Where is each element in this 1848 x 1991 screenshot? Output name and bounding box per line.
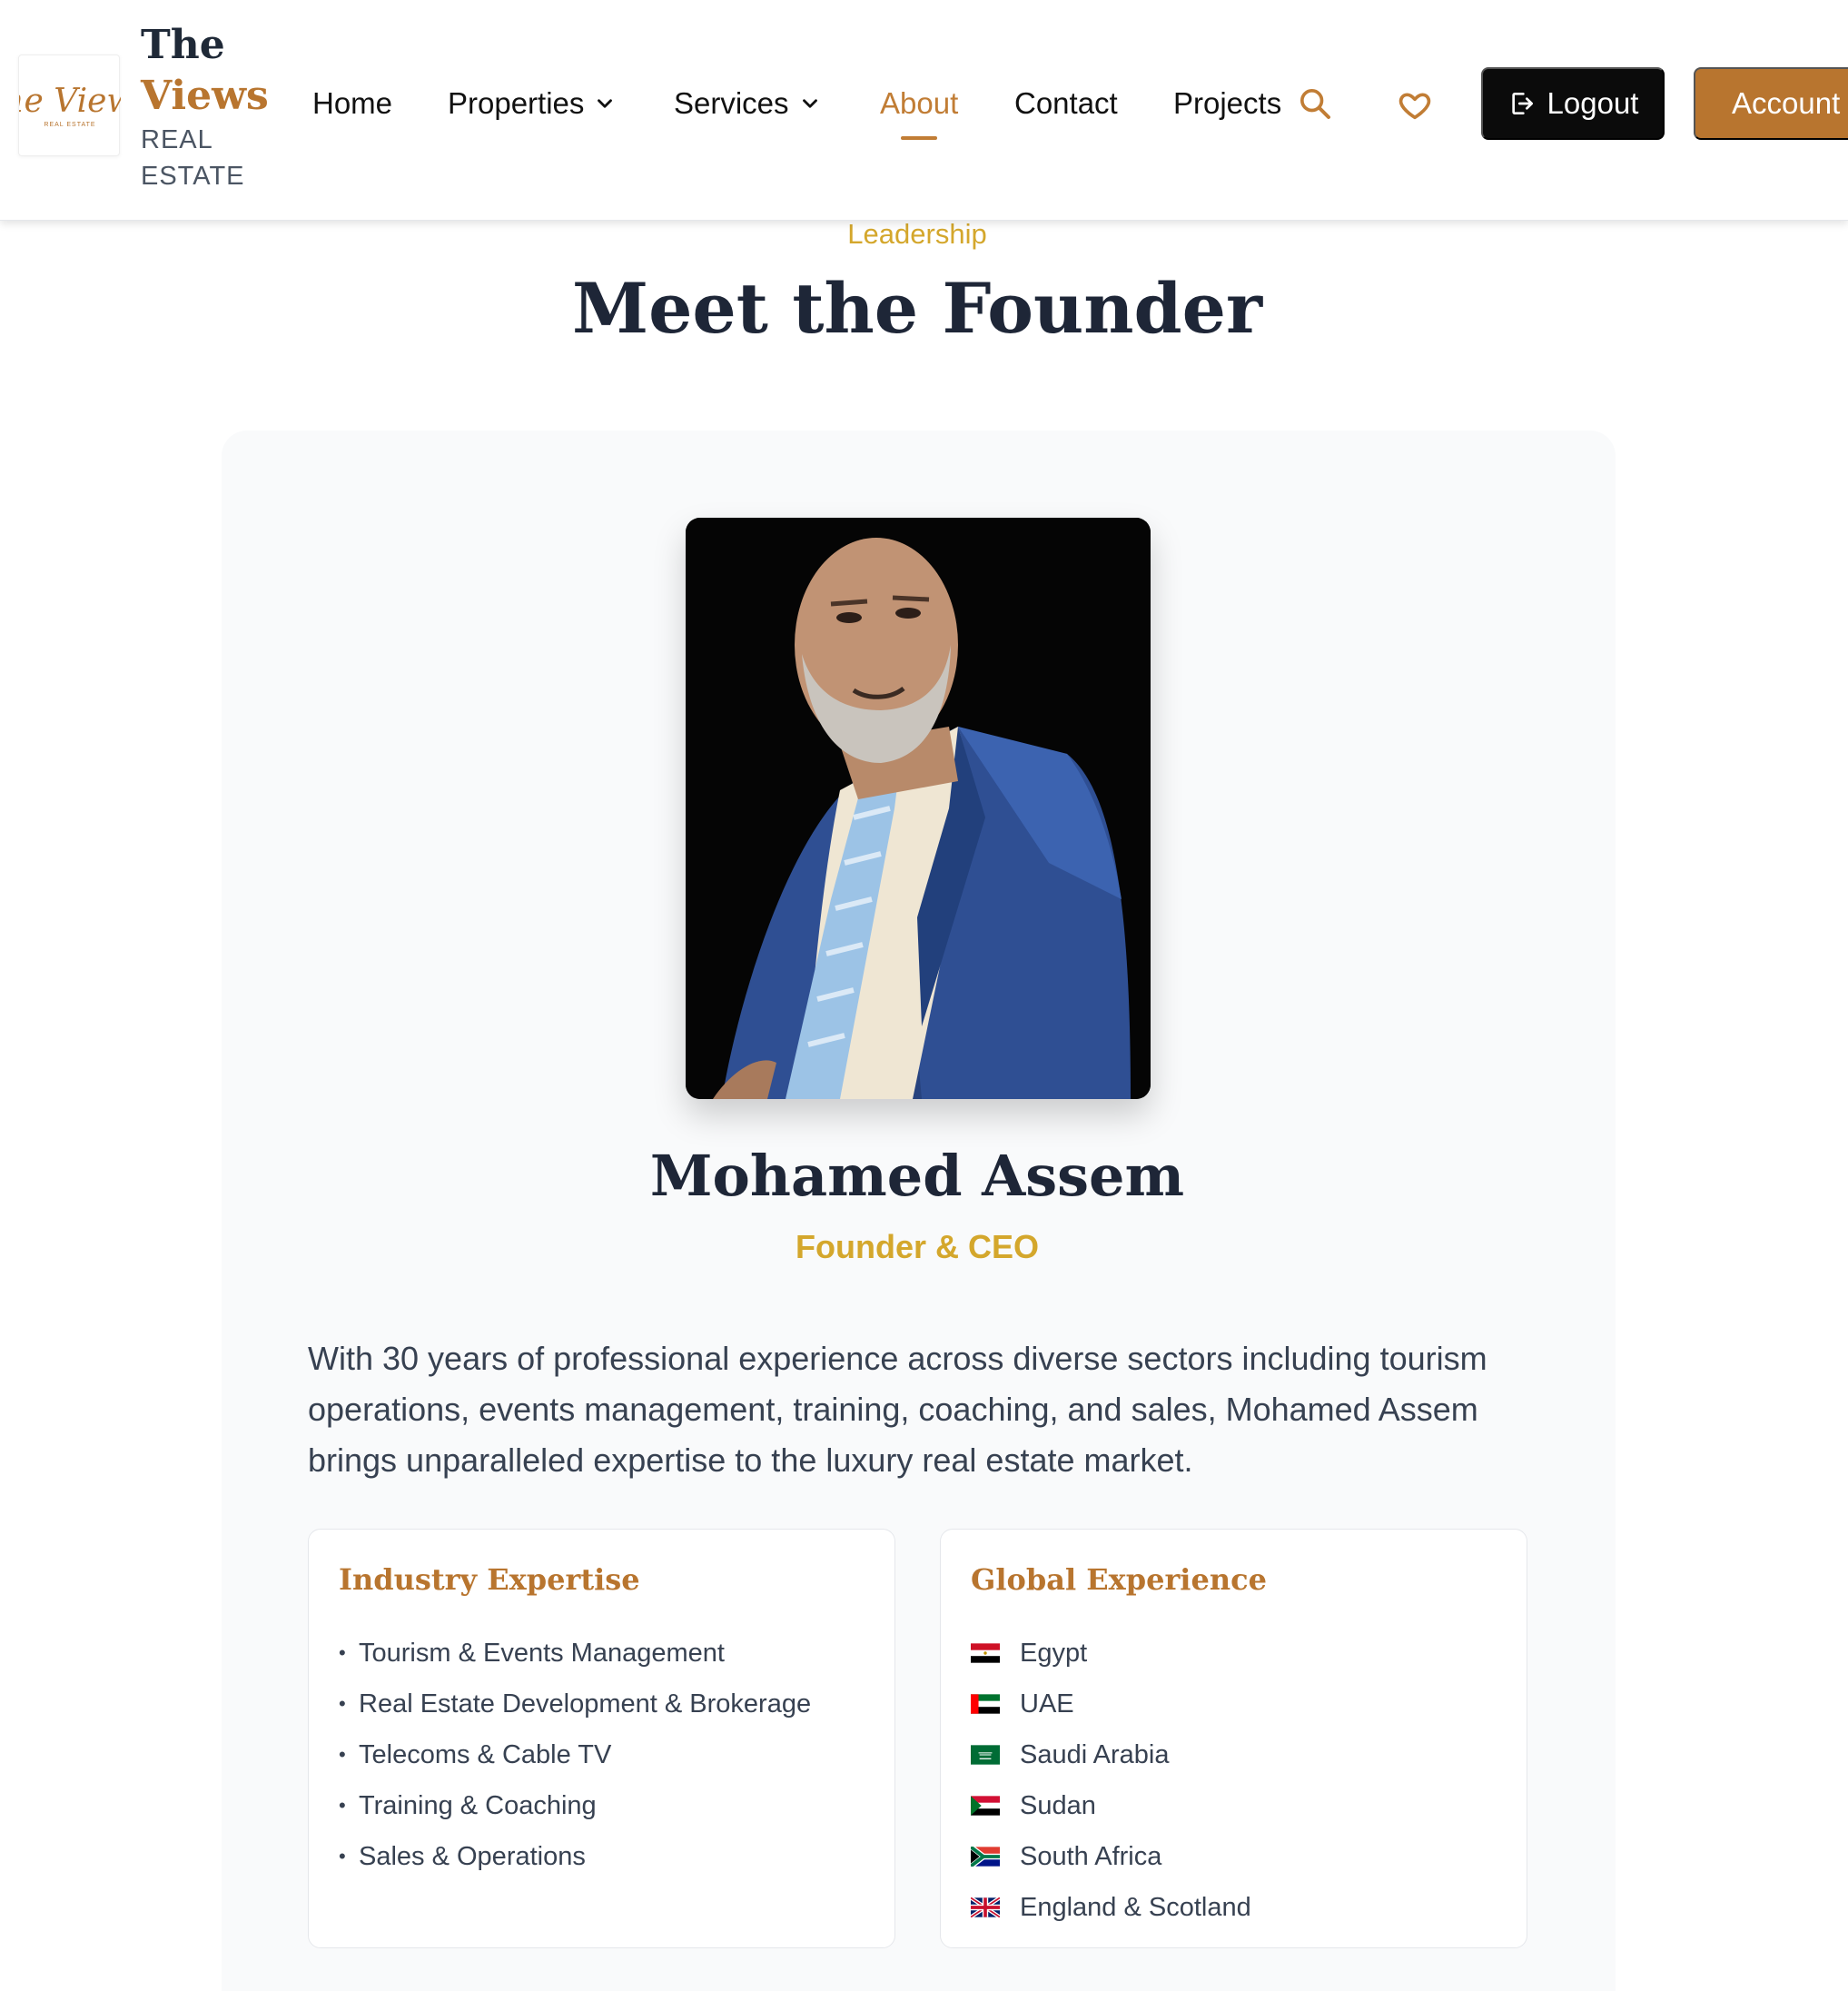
svg-text:REAL ESTATE: REAL ESTATE <box>44 122 95 128</box>
country-label: Sudan <box>1020 1791 1096 1820</box>
nav-contact[interactable]: Contact <box>1014 85 1118 122</box>
chevron-down-icon <box>598 99 613 108</box>
list-item: Egypt <box>971 1628 1251 1679</box>
logo-word-estate: ESTATE <box>141 162 245 191</box>
nav-projects-label: Projects <box>1173 86 1282 120</box>
logo-mark[interactable]: The Views REAL ESTATE <box>0 54 152 156</box>
expertise-item-label: Real Estate Development & Brokerage <box>359 1689 812 1719</box>
country-label: Egypt <box>1020 1639 1088 1668</box>
expertise-item-label: Tourism & Events Management <box>359 1639 725 1668</box>
favorites-button[interactable] <box>1397 87 1433 124</box>
expertise-item-label: Training & Coaching <box>359 1791 597 1820</box>
bullet-icon: • <box>339 1743 346 1766</box>
uk-flag-icon <box>971 1897 1000 1917</box>
country-label: South Africa <box>1020 1842 1162 1871</box>
nav-properties[interactable]: Properties <box>448 85 617 122</box>
logo-wordmark[interactable]: The Views REAL ESTATE <box>141 20 269 194</box>
list-item: UAE <box>971 1679 1251 1729</box>
list-item: • Training & Coaching <box>339 1780 811 1831</box>
nav-active-indicator <box>901 136 937 140</box>
egypt-flag-icon <box>971 1643 1000 1663</box>
founder-name: Mohamed Assem <box>649 1143 1185 1209</box>
logo-word-real: REAL <box>141 125 213 154</box>
founder-portrait-image <box>686 518 1151 1099</box>
founder-bio: With 30 years of professional experience… <box>308 1340 1487 1479</box>
list-item: • Real Estate Development & Brokerage <box>339 1679 811 1729</box>
nav-home[interactable]: Home <box>312 85 392 122</box>
nav-services-label: Services <box>674 86 789 120</box>
heart-icon <box>1398 93 1431 120</box>
list-item: England & Scotland <box>971 1882 1251 1933</box>
chevron-down-icon <box>802 99 817 108</box>
industry-expertise-title: Industry Expertise <box>339 1562 640 1597</box>
country-label: England & Scotland <box>1020 1893 1251 1922</box>
saudi-arabia-flag-icon <box>971 1745 1000 1765</box>
list-item: • Tourism & Events Management <box>339 1628 811 1679</box>
global-experience-list: Egypt UAE Saudi Arabia Sudan South Afric… <box>971 1628 1251 1933</box>
expertise-item-label: Telecoms & Cable TV <box>359 1740 612 1769</box>
bullet-icon: • <box>339 1641 346 1664</box>
nav-projects[interactable]: Projects <box>1173 85 1281 122</box>
bullet-icon: • <box>339 1692 346 1715</box>
logout-icon <box>1511 93 1533 114</box>
nav-about-label: About <box>880 86 959 120</box>
site-header: The Views REAL ESTATE The Views REAL EST… <box>0 0 1848 221</box>
nav-properties-label: Properties <box>448 86 585 120</box>
nav-about[interactable]: About <box>880 85 958 122</box>
bullet-icon: • <box>339 1845 346 1867</box>
list-item: Saudi Arabia <box>971 1729 1251 1780</box>
expertise-item-label: Sales & Operations <box>359 1842 586 1871</box>
sudan-flag-icon <box>971 1796 1000 1816</box>
bullet-icon: • <box>339 1794 346 1817</box>
list-item: • Telecoms & Cable TV <box>339 1729 811 1780</box>
search-icon <box>1300 89 1330 119</box>
founder-role: Founder & CEO <box>796 1228 1039 1265</box>
search-button[interactable] <box>1297 85 1333 122</box>
logo-word-views: Views <box>141 73 269 119</box>
logout-button[interactable]: Logout <box>1481 67 1665 140</box>
industry-expertise-card: Industry Expertise • Tourism & Events Man… <box>308 1529 895 1948</box>
svg-text:The Views: The Views <box>19 83 121 120</box>
global-experience-title: Global Experience <box>971 1562 1267 1597</box>
nav-home-label: Home <box>312 86 393 120</box>
section-eyebrow: Leadership <box>847 218 987 250</box>
global-experience-card: Global Experience Egypt UAE Saudi Arabia… <box>940 1529 1527 1948</box>
logo-word-the: The <box>141 22 225 68</box>
list-item: Sudan <box>971 1780 1251 1831</box>
nav-services[interactable]: Services <box>674 85 822 122</box>
list-item: • Sales & Operations <box>339 1831 811 1882</box>
account-label: Account <box>1732 86 1841 120</box>
nav-contact-label: Contact <box>1014 86 1118 120</box>
south-africa-flag-icon <box>971 1847 1000 1867</box>
section-title: Meet the Founder <box>571 268 1263 349</box>
industry-expertise-list: • Tourism & Events Management • Real Estat… <box>339 1628 811 1882</box>
logout-label: Logout <box>1547 86 1639 120</box>
account-button[interactable]: Account <box>1694 67 1848 140</box>
list-item: South Africa <box>971 1831 1251 1882</box>
uae-flag-icon <box>971 1694 1000 1714</box>
founder-photo <box>686 518 1151 1099</box>
country-label: Saudi Arabia <box>1020 1740 1170 1769</box>
country-label: UAE <box>1020 1689 1074 1719</box>
logo-image: The Views REAL ESTATE <box>0 83 152 128</box>
